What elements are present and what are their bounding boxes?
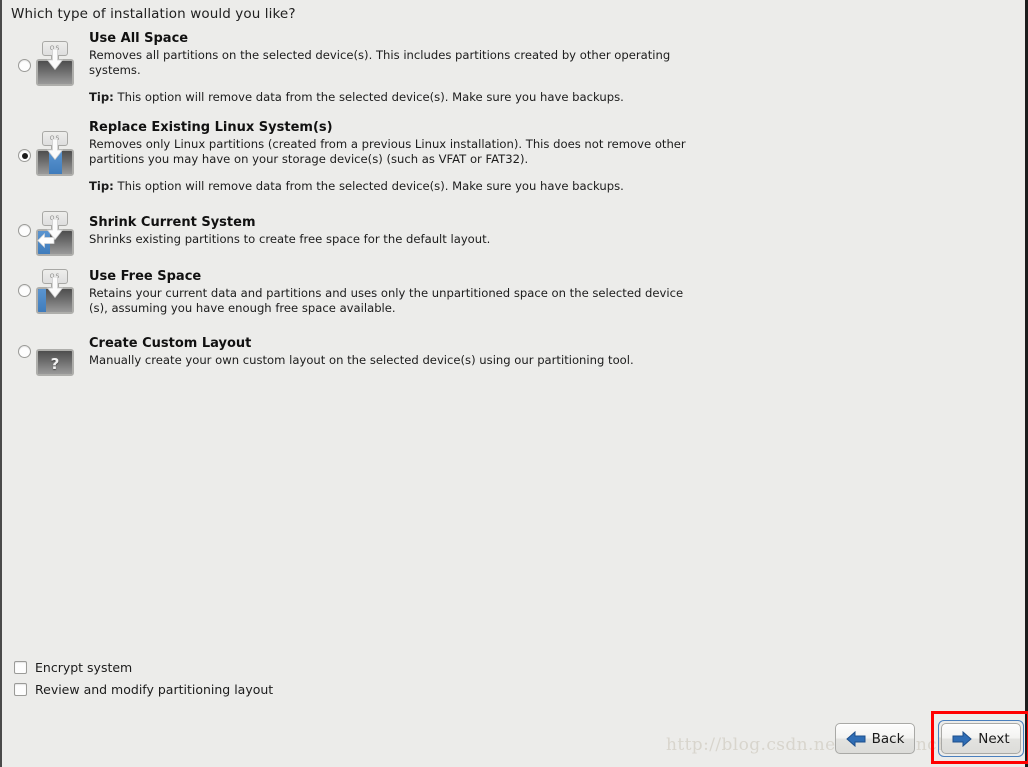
option-description: Removes all partitions on the selected d… [89,48,671,77]
back-button[interactable]: Back [835,723,915,754]
checkbox-review-modify-partitioning[interactable] [14,683,27,696]
disk-custom-layout-icon: ? [35,347,75,376]
option-tip-label: Tip: [89,90,114,104]
option-tip-text: This option will remove data from the se… [117,90,624,104]
disk-replace-linux-icon: OS [35,131,75,177]
option-title: Create Custom Layout [89,336,252,351]
option-title: Shrink Current System [89,215,256,230]
checkbox-label: Encrypt system [35,660,133,675]
arrow-left-icon [845,730,866,747]
checkbox-row-review-modify-partitioning[interactable]: Review and modify partitioning layout [14,682,273,697]
checkbox-encrypt-system[interactable] [14,661,27,674]
option-title: Use All Space [89,31,189,46]
option-description: Retains your current data and partitions… [89,286,684,315]
arrow-right-icon [952,730,973,747]
arrow-down-glyph [47,49,63,71]
option-tip: Tip: This option will remove data from t… [89,179,624,193]
option-tip: Tip: This option will remove data from t… [89,90,624,104]
checkbox-row-encrypt-system[interactable]: Encrypt system [14,660,132,675]
disk-body: ? [36,349,74,376]
radio-create-custom-layout[interactable] [18,345,31,358]
next-button-label: Next [978,730,1010,747]
radio-use-all-space[interactable] [18,59,31,72]
option-tip-label: Tip: [89,179,114,193]
back-button-label: Back [871,730,905,747]
checkbox-label: Review and modify partitioning layout [35,682,274,697]
radio-use-free-space[interactable] [18,284,31,297]
option-description: Shrinks existing partitions to create fr… [89,232,491,246]
disk-partition-existing [38,289,46,312]
next-button[interactable]: Next [941,723,1021,754]
page-title: Which type of installation would you lik… [11,6,296,22]
radio-shrink-current-system[interactable] [18,224,31,237]
disk-free-space-icon: OS [35,269,75,315]
option-title: Replace Existing Linux System(s) [89,120,333,135]
option-tip-text: This option will remove data from the se… [117,179,624,193]
question-mark-glyph: ? [50,355,60,373]
radio-replace-existing-linux[interactable] [18,149,31,162]
disk-erase-all-icon: OS [35,41,75,87]
option-title: Use Free Space [89,269,202,284]
disk-shrink-icon: OS [35,211,75,257]
arrow-down-glyph [47,139,63,161]
installation-type-page: Which type of installation would you lik… [0,0,1028,767]
arrow-down-glyph [47,277,63,299]
option-description: Removes only Linux partitions (created f… [89,137,686,166]
arrow-left-glyph [37,233,55,248]
option-description: Manually create your own custom layout o… [89,353,634,367]
